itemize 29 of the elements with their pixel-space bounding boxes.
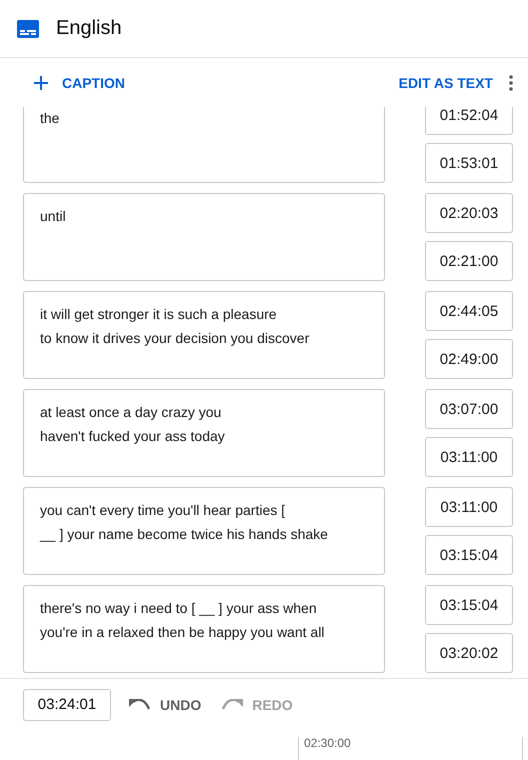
undo-button[interactable]: UNDO <box>127 696 204 712</box>
current-time-field[interactable]: 03:24:01 <box>23 688 111 720</box>
undo-icon <box>129 698 151 710</box>
start-time-field[interactable]: 03:07:00 <box>425 389 513 429</box>
caption-text-field[interactable]: it will get stronger it is such a pleasure to know it drives your decision you discover <box>23 291 385 379</box>
edit-as-text-button[interactable]: EDIT AS TEXT <box>398 72 493 92</box>
caption-text-field[interactable]: the <box>23 107 385 183</box>
start-time-field[interactable]: 03:11:00 <box>425 487 513 527</box>
end-time-field[interactable]: 03:20:02 <box>425 633 513 673</box>
subtitles-icon <box>17 20 39 38</box>
end-time-field[interactable]: 01:53:01 <box>425 143 513 183</box>
end-time-field[interactable]: 02:49:00 <box>425 339 513 379</box>
caption-text-field[interactable]: at least once a day crazy you haven't fucked your ass today <box>23 389 385 477</box>
end-time-field[interactable]: 03:11:00 <box>425 437 513 477</box>
start-time-field[interactable]: 02:44:05 <box>425 291 513 331</box>
panel-title: English <box>56 17 122 40</box>
plus-icon <box>34 76 48 90</box>
redo-icon <box>221 698 244 710</box>
start-time-field[interactable]: 01:52:04 <box>425 107 513 135</box>
more-options-icon[interactable] <box>509 74 513 90</box>
timeline-tick-label: 02:30:00 <box>304 736 351 750</box>
caption-text-field[interactable]: until <box>23 193 385 281</box>
end-time-field[interactable]: 03:15:04 <box>425 535 513 575</box>
end-time-field[interactable]: 02:21:00 <box>425 241 513 281</box>
add-caption-button[interactable]: CAPTION <box>34 72 125 92</box>
start-time-field[interactable]: 02:20:03 <box>425 193 513 233</box>
caption-text-field[interactable]: there's no way i need to [ __ ] your ass when you're in a relaxed then be happy you want all <box>23 585 385 673</box>
start-time-field[interactable]: 03:15:04 <box>425 585 513 625</box>
caption-text-field[interactable]: you can't every time you'll hear parties [ __ ] your name become twice his hands shake <box>23 487 385 575</box>
